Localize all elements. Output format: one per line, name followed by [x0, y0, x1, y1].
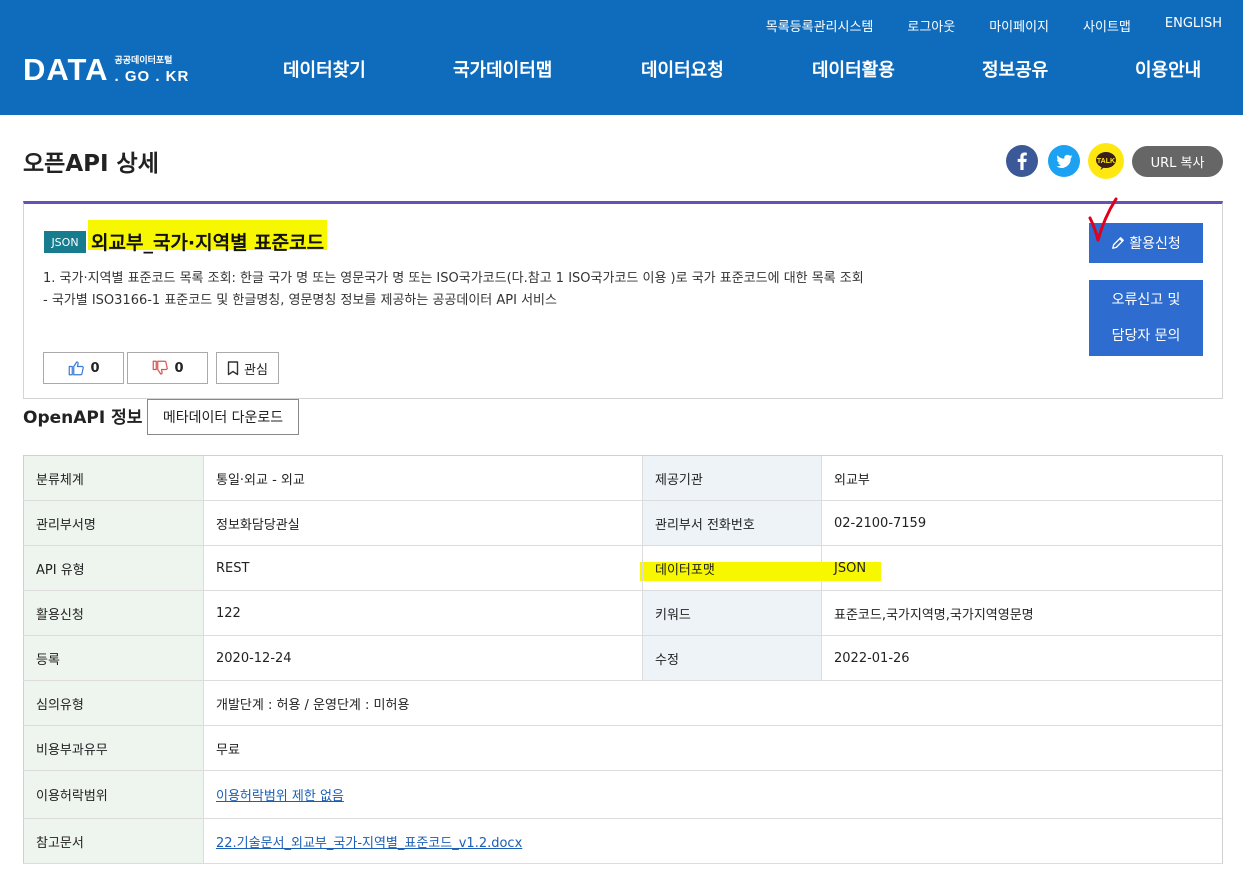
dislike-count: 0	[174, 360, 184, 376]
label-license: 이용허락범위	[23, 771, 203, 818]
license-link[interactable]: 이용허락범위 제한 없음	[216, 785, 344, 804]
nav-data-usage[interactable]: 데이터활용	[812, 56, 895, 82]
report-label-line-2: 담당자 문의	[1111, 328, 1181, 344]
value-department-phone: 02-2100-7159	[821, 501, 1223, 545]
reference-doc-link[interactable]: 22.기술문서_외교부_국가-지역별_표준코드_v1.2.docx	[216, 832, 522, 851]
table-row: 이용허락범위 이용허락범위 제한 없음	[23, 771, 1223, 819]
table-row: 등록 2020-12-24 수정 2022-01-26	[23, 636, 1223, 681]
thumbs-up-icon	[69, 361, 85, 376]
value-review-type: 개발단계 : 허용 / 운영단계 : 미허용	[203, 681, 1223, 725]
label-registered: 등록	[23, 636, 203, 680]
facebook-icon	[1017, 152, 1027, 170]
table-row: 분류체계 통일·외교 - 외교 제공기관 외교부	[23, 456, 1223, 501]
dislike-button[interactable]: 0	[127, 352, 208, 384]
table-row: 참고문서 22.기술문서_외교부_국가-지역별_표준코드_v1.2.docx	[23, 819, 1223, 864]
label-data-format: 데이터포맷	[642, 546, 821, 590]
twitter-icon	[1056, 154, 1073, 168]
like-button[interactable]: 0	[43, 352, 124, 384]
util-link-catalog-system[interactable]: 목록등록관리시스템	[766, 16, 874, 35]
label-usage-requests: 활용신청	[23, 591, 203, 635]
description-line-1: 1. 국가·지역별 표준코드 목록 조회: 한글 국가 명 또는 영문국가 명 …	[43, 271, 864, 286]
openapi-info-table: 분류체계 통일·외교 - 외교 제공기관 외교부 관리부서명 정보화담당관실 관…	[23, 455, 1223, 864]
label-api-type: API 유형	[23, 546, 203, 590]
utility-menu: 목록등록관리시스템 로그아웃 마이페이지 사이트맵 ENGLISH	[766, 16, 1222, 35]
label-provider: 제공기관	[642, 456, 821, 500]
label-review-type: 심의유형	[23, 681, 203, 725]
nav-info-share[interactable]: 정보공유	[982, 56, 1048, 82]
value-api-type: REST	[203, 546, 642, 590]
label-reference-doc: 참고문서	[23, 819, 203, 863]
thumbs-down-icon	[153, 360, 169, 375]
api-detail-card: JSON 외교부_국가·지역별 표준코드 1. 국가·지역별 표준코드 목록 조…	[23, 201, 1223, 399]
value-data-format: JSON	[821, 546, 1223, 590]
table-row: API 유형 REST 데이터포맷 JSON	[23, 546, 1223, 591]
label-modified: 수정	[642, 636, 821, 680]
nav-find-data[interactable]: 데이터찾기	[283, 56, 366, 82]
like-count: 0	[90, 360, 100, 376]
value-usage-requests: 122	[203, 591, 642, 635]
table-row: 활용신청 122 키워드 표준코드,국가지역명,국가지역영문명	[23, 591, 1223, 636]
label-department: 관리부서명	[23, 501, 203, 545]
section-title-openapi-info: OpenAPI 정보	[23, 408, 143, 428]
license-cell: 이용허락범위 제한 없음	[203, 771, 1223, 818]
kakao-talk-label: TALK	[1096, 157, 1116, 165]
format-badge: JSON	[44, 231, 86, 253]
table-row: 관리부서명 정보화담당관실 관리부서 전화번호 02-2100-7159	[23, 501, 1223, 546]
nav-national-data-map[interactable]: 국가데이터맵	[453, 56, 552, 82]
label-fee: 비용부과유무	[23, 726, 203, 770]
kakaotalk-share-button[interactable]: TALK	[1090, 145, 1122, 177]
red-checkmark-annotation	[1088, 197, 1118, 242]
site-logo[interactable]: DATA 공공데이터포털 . GO . KR	[23, 52, 189, 88]
api-title: 외교부_국가·지역별 표준코드	[91, 232, 325, 254]
metadata-download-button[interactable]: 메타데이터 다운로드	[147, 399, 299, 435]
value-modified: 2022-01-26	[821, 636, 1223, 680]
facebook-share-button[interactable]	[1006, 145, 1038, 177]
util-link-logout[interactable]: 로그아웃	[907, 16, 955, 35]
label-department-phone: 관리부서 전화번호	[642, 501, 821, 545]
label-category: 분류체계	[23, 456, 203, 500]
nav-data-request[interactable]: 데이터요청	[641, 56, 724, 82]
twitter-share-button[interactable]	[1048, 145, 1080, 177]
util-link-mypage[interactable]: 마이페이지	[989, 16, 1049, 35]
logo-domain: . GO . KR	[114, 67, 190, 85]
label-keywords: 키워드	[642, 591, 821, 635]
value-provider: 외교부	[821, 456, 1223, 500]
value-fee: 무료	[203, 726, 1223, 770]
value-department: 정보화담당관실	[203, 501, 642, 545]
value-registered: 2020-12-24	[203, 636, 642, 680]
apply-usage-label: 활용신청	[1129, 236, 1181, 252]
favorite-label: 관심	[244, 362, 268, 378]
api-description: 1. 국가·지역별 표준코드 목록 조회: 한글 국가 명 또는 영문국가 명 …	[43, 268, 963, 312]
reference-doc-cell: 22.기술문서_외교부_국가-지역별_표준코드_v1.2.docx	[203, 819, 1223, 863]
util-link-english[interactable]: ENGLISH	[1165, 16, 1222, 35]
value-keywords: 표준코드,국가지역명,국가지역영문명	[821, 591, 1223, 635]
report-label-line-1: 오류신고 및	[1111, 292, 1181, 308]
page-title: 오픈API 상세	[23, 151, 159, 177]
site-header: 목록등록관리시스템 로그아웃 마이페이지 사이트맵 ENGLISH DATA 공…	[0, 0, 1243, 115]
favorite-button[interactable]: 관심	[216, 352, 279, 384]
logo-text: DATA	[23, 52, 109, 87]
url-copy-button[interactable]: URL 복사	[1132, 146, 1223, 177]
table-row: 비용부과유무 무료	[23, 726, 1223, 771]
util-link-sitemap[interactable]: 사이트맵	[1083, 16, 1131, 35]
bookmark-icon	[227, 360, 239, 375]
logo-subtext: 공공데이터포털 . GO . KR	[114, 55, 190, 85]
report-error-button[interactable]: 오류신고 및 담당자 문의	[1089, 280, 1203, 356]
logo-subtitle: 공공데이터포털	[114, 55, 173, 66]
nav-guide[interactable]: 이용안내	[1135, 56, 1201, 82]
value-category: 통일·외교 - 외교	[203, 456, 642, 500]
description-line-2: - 국가별 ISO3166-1 표준코드 및 한글명칭, 영문명칭 정보를 제공…	[43, 293, 557, 308]
table-row: 심의유형 개발단계 : 허용 / 운영단계 : 미허용	[23, 681, 1223, 726]
